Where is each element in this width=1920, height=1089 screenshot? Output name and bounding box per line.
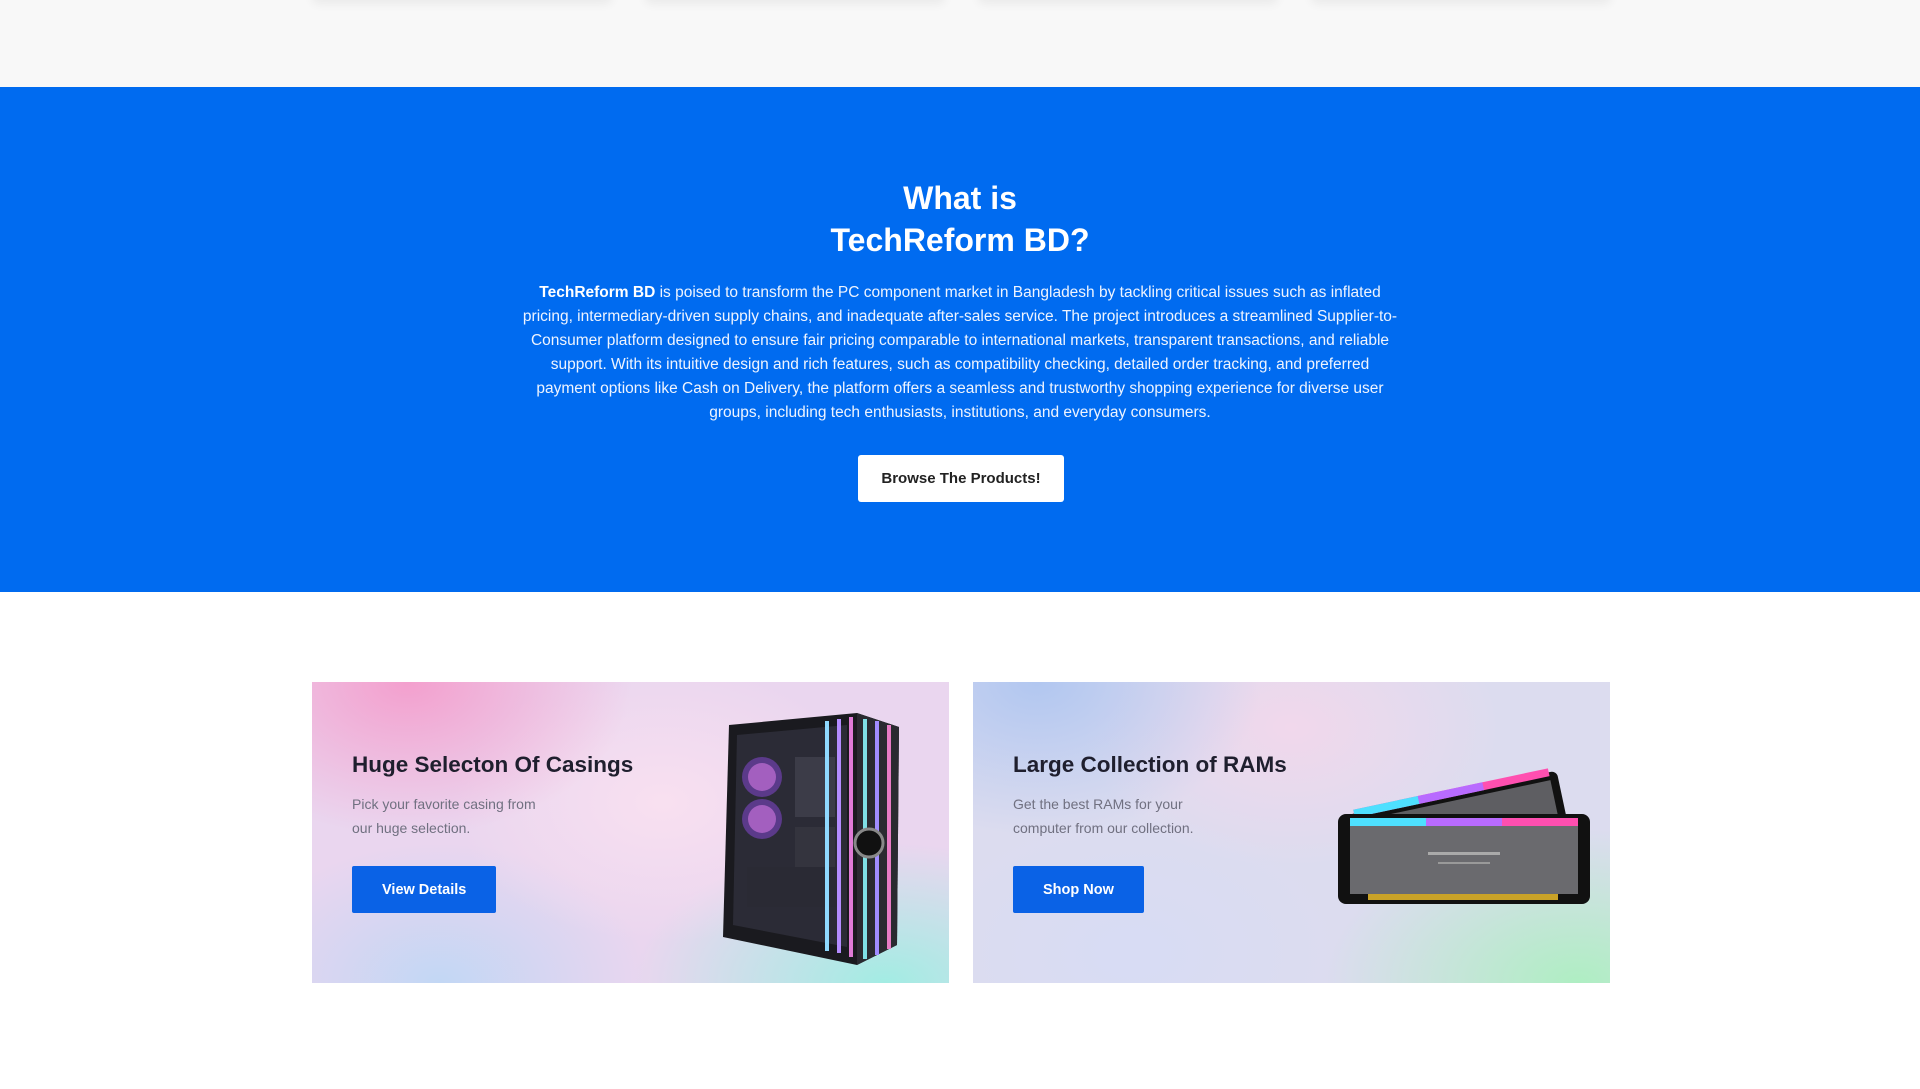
promo-card-casings: Huge Selecton Of Casings Pick your favor… [312,682,949,983]
about-title: What is TechReform BD? [0,177,1920,261]
previous-section-strip [0,0,1920,87]
about-description-text: is poised to transform the PC component … [522,284,1398,421]
pc-casing-image [723,713,899,965]
promo-card-rams: Large Collection of RAMs Get the best RA… [973,682,1610,983]
about-title-line2: TechReform BD? [830,222,1090,258]
view-details-button[interactable]: View Details [352,866,497,913]
about-brand-name: TechReform BD [539,284,656,301]
shop-now-button[interactable]: Shop Now [1013,866,1144,913]
promo-text: Pick your favorite casing from our huge … [352,796,536,836]
browse-products-button[interactable]: Browse The Products! [858,455,1064,502]
about-section: What is TechReform BD? TechReform BD is … [0,87,1920,592]
about-description: TechReform BD is poised to transform the… [520,281,1400,425]
ram-modules-image [1338,768,1590,904]
about-title-line1: What is [903,180,1017,216]
promo-text: Get the best RAMs for your computer from… [1013,796,1194,836]
promo-title: Huge Selecton Of Casings [352,752,634,777]
promo-title: Large Collection of RAMs [1013,752,1287,777]
